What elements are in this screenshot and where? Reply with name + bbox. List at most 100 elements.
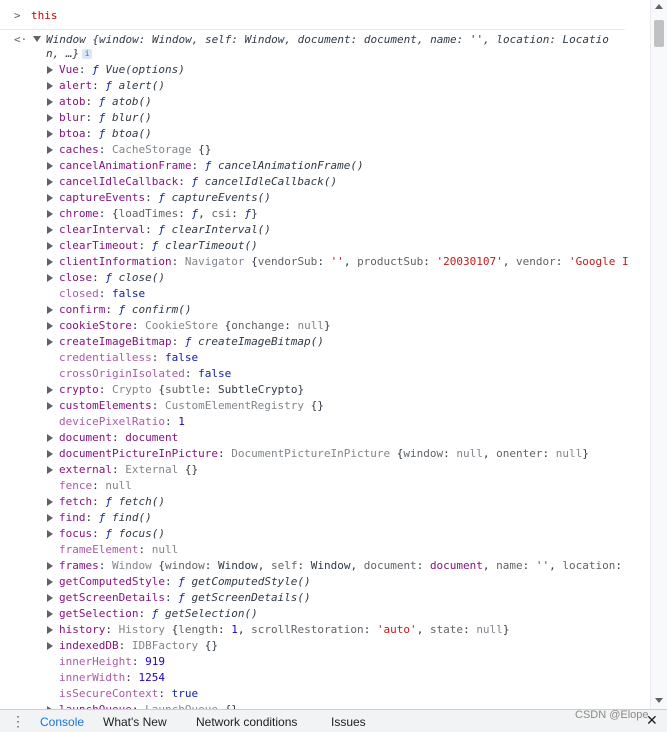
property-value: DocumentPictureInPicture {window: null, … xyxy=(231,447,589,460)
expand-triangle-icon[interactable] xyxy=(47,338,53,346)
tab-whats-new[interactable]: What's New xyxy=(103,715,167,729)
expand-triangle-icon[interactable] xyxy=(47,130,53,138)
property-value: Window {window: Window, self: Window, do… xyxy=(112,559,623,572)
property-value: document xyxy=(125,431,179,444)
property-key: cookieStore xyxy=(59,319,132,332)
property-value: 1 xyxy=(178,415,185,428)
property-value: ƒ getComputedStyle() xyxy=(178,575,311,588)
info-icon[interactable]: i xyxy=(82,49,93,59)
property-key: isSecureContext xyxy=(59,687,159,700)
property-key: innerHeight xyxy=(59,655,132,668)
expand-triangle-icon[interactable] xyxy=(47,514,53,522)
property-key: crypto xyxy=(59,383,99,396)
expand-triangle-icon[interactable] xyxy=(47,626,53,634)
expand-triangle-icon[interactable] xyxy=(47,146,53,154)
expand-triangle-icon[interactable] xyxy=(47,210,53,218)
expand-triangle-icon[interactable] xyxy=(47,114,53,122)
scroll-up-icon[interactable] xyxy=(655,4,663,9)
expand-triangle-icon[interactable] xyxy=(47,98,53,106)
property-key: confirm xyxy=(59,303,106,316)
expand-triangle-icon[interactable] xyxy=(47,402,53,410)
property-key: frames xyxy=(59,559,99,572)
expand-triangle-icon[interactable] xyxy=(47,274,53,282)
property-key: credentialless xyxy=(59,351,152,364)
expand-triangle-icon[interactable] xyxy=(47,162,53,170)
drawer-tabbar: ⋮ Console What's New Network conditions … xyxy=(0,709,667,732)
property-key: getComputedStyle xyxy=(59,575,165,588)
property-value: false xyxy=(164,351,199,364)
expand-triangle-icon[interactable] xyxy=(47,258,53,266)
property-value: Crypto {subtle: SubtleCrypto} xyxy=(112,383,305,396)
expand-triangle-icon[interactable] xyxy=(47,322,53,330)
property-value: ƒ btoa() xyxy=(98,127,152,140)
expand-triangle-icon[interactable] xyxy=(47,242,53,250)
property-key: getScreenDetails xyxy=(59,591,165,604)
property-key: innerWidth xyxy=(59,671,126,684)
tab-console[interactable]: Console xyxy=(40,715,84,729)
window-summary[interactable]: Window {window: Window, self: Window, do… xyxy=(46,32,609,48)
property-value: ƒ cancelIdleCallback() xyxy=(191,175,338,188)
property-key: closed xyxy=(59,287,99,300)
tab-issues[interactable]: Issues xyxy=(331,715,366,729)
scrollbar[interactable] xyxy=(650,0,667,709)
tab-network-conditions[interactable]: Network conditions xyxy=(196,715,297,729)
scroll-down-icon[interactable] xyxy=(655,698,663,703)
property-value: CacheStorage {} xyxy=(112,143,212,156)
expand-triangle-icon[interactable] xyxy=(47,594,53,602)
console-output: > this <· Window {window: Window, self: … xyxy=(0,0,651,709)
property-value: ƒ focus() xyxy=(105,527,165,540)
more-menu-icon[interactable]: ⋮ xyxy=(11,714,25,728)
property-key: clearTimeout xyxy=(59,239,139,252)
property-key: crossOriginIsolated xyxy=(59,367,185,380)
expand-triangle-icon[interactable] xyxy=(47,178,53,186)
close-icon[interactable]: ✕ xyxy=(646,713,658,727)
expand-triangle-icon[interactable] xyxy=(47,66,53,74)
expand-triangle-icon[interactable] xyxy=(47,610,53,618)
property-value: ƒ clearTimeout() xyxy=(151,239,258,252)
expand-triangle-icon[interactable] xyxy=(47,642,53,650)
expand-triangle-icon[interactable] xyxy=(47,450,53,458)
property-value: false xyxy=(112,287,146,300)
expand-triangle-icon[interactable] xyxy=(47,194,53,202)
property-value: ƒ alert() xyxy=(105,79,165,92)
expand-triangle-icon[interactable] xyxy=(47,226,53,234)
property-key: devicePixelRatio xyxy=(59,415,165,428)
property-value: ƒ Vue(options) xyxy=(92,63,185,76)
property-value: External {} xyxy=(125,463,199,476)
property-value: false xyxy=(198,367,232,380)
property-value: Navigator {vendorSub: '', productSub: '2… xyxy=(184,255,629,268)
property-key: getSelection xyxy=(59,607,139,620)
expand-triangle-icon[interactable] xyxy=(47,466,53,474)
property-key: documentPictureInPicture xyxy=(59,447,218,460)
property-key: clearInterval xyxy=(59,223,146,236)
expand-triangle-icon[interactable] xyxy=(33,36,41,42)
expand-triangle-icon[interactable] xyxy=(47,386,53,394)
expand-triangle-icon[interactable] xyxy=(47,498,53,506)
property-key: external xyxy=(59,463,112,476)
window-summary-cont: n, …} i xyxy=(46,46,93,62)
expand-triangle-icon[interactable] xyxy=(47,578,53,586)
property-value: ƒ atob() xyxy=(98,95,152,108)
console-command: this xyxy=(31,9,58,22)
expand-triangle-icon[interactable] xyxy=(47,530,53,538)
scroll-thumb[interactable] xyxy=(654,20,664,47)
property-value: null xyxy=(105,479,132,492)
property-key: blur xyxy=(59,111,86,124)
property-key: clientInformation xyxy=(59,255,172,268)
prompt-chevron-icon: > xyxy=(14,9,21,22)
property-key: caches xyxy=(59,143,99,156)
expand-triangle-icon[interactable] xyxy=(47,562,53,570)
console-input-row[interactable]: > this xyxy=(0,0,625,30)
property-key: customElements xyxy=(59,399,152,412)
expand-triangle-icon[interactable] xyxy=(47,434,53,442)
property-value: ƒ getScreenDetails() xyxy=(178,591,311,604)
property-value: IDBFactory {} xyxy=(131,639,218,652)
property-key: captureEvents xyxy=(59,191,146,204)
expand-triangle-icon[interactable] xyxy=(47,82,53,90)
property-value: ƒ close() xyxy=(105,271,165,284)
expand-triangle-icon[interactable] xyxy=(47,306,53,314)
property-key: createImageBitmap xyxy=(59,335,172,348)
property-key: document xyxy=(59,431,112,444)
property-key: fetch xyxy=(59,495,93,508)
property-value: History {length: 1, scrollRestoration: '… xyxy=(118,623,510,636)
